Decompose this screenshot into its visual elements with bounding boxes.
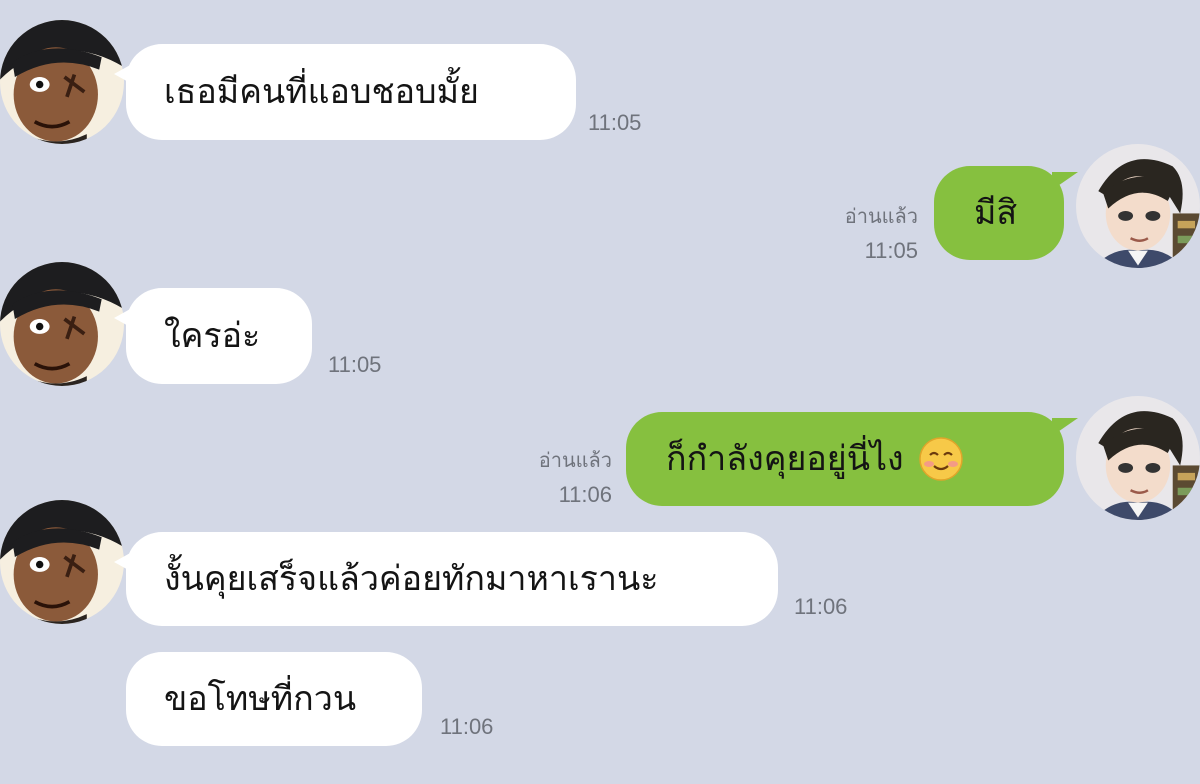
read-receipt: อ่านแล้ว xyxy=(538,450,612,472)
message-text: เธอมีคนที่แอบชอบมั้ย xyxy=(164,72,479,112)
contact-avatar-icon xyxy=(0,262,124,386)
bubble-tail xyxy=(1052,172,1078,190)
self-avatar[interactable] xyxy=(1076,396,1200,520)
contact-avatar[interactable] xyxy=(0,500,124,624)
chat-area: เธอมีคนที่แอบชอบมั้ย 11:05 อ่านแล้ว 11:0… xyxy=(0,0,1200,784)
message-bubble-incoming[interactable]: เธอมีคนที่แอบชอบมั้ย xyxy=(114,44,576,140)
contact-avatar[interactable] xyxy=(0,20,124,144)
message-bubble-outgoing[interactable]: ก็กำลังคุยอยู่นี่ไง xyxy=(626,412,1078,506)
message-text: งั้นคุยเสร็จแล้วค่อยทักมาหาเรานะ xyxy=(164,559,659,599)
message-time: 11:05 xyxy=(588,110,642,135)
message-time: 11:05 xyxy=(328,352,382,377)
bubble-tail xyxy=(114,64,132,84)
message-text: มีสิ xyxy=(974,193,1018,233)
bubble-tail xyxy=(114,308,132,328)
read-receipt: อ่านแล้ว xyxy=(844,206,918,228)
message-meta: อ่านแล้ว 11:06 xyxy=(494,444,612,508)
self-avatar-icon xyxy=(1076,396,1200,520)
message-time: 11:06 xyxy=(440,714,494,739)
bubble-tail xyxy=(114,552,132,572)
contact-avatar[interactable] xyxy=(0,262,124,386)
message-text: ก็กำลังคุยอยู่นี่ไง xyxy=(666,439,904,479)
self-avatar-icon xyxy=(1076,144,1200,268)
message-text: ขอโทษที่กวน xyxy=(164,679,357,719)
contact-avatar-icon xyxy=(0,20,124,144)
contact-avatar-icon xyxy=(0,500,124,624)
message-bubble-incoming[interactable]: งั้นคุยเสร็จแล้วค่อยทักมาหาเรานะ xyxy=(114,532,778,626)
message-time: 11:06 xyxy=(794,594,848,619)
message-bubble-outgoing[interactable]: มีสิ xyxy=(934,166,1078,260)
bubble-tail xyxy=(1052,418,1078,436)
self-avatar[interactable] xyxy=(1076,144,1200,268)
message-time: 11:06 xyxy=(558,482,612,507)
message-text: ใครอ่ะ xyxy=(164,316,261,356)
message-bubble-incoming[interactable]: ขอโทษที่กวน xyxy=(126,652,422,746)
message-meta: อ่านแล้ว 11:05 xyxy=(800,200,918,264)
message-time: 11:05 xyxy=(864,238,918,263)
smiling-face-emoji-icon xyxy=(918,436,964,482)
message-bubble-incoming[interactable]: ใครอ่ะ xyxy=(114,288,312,384)
